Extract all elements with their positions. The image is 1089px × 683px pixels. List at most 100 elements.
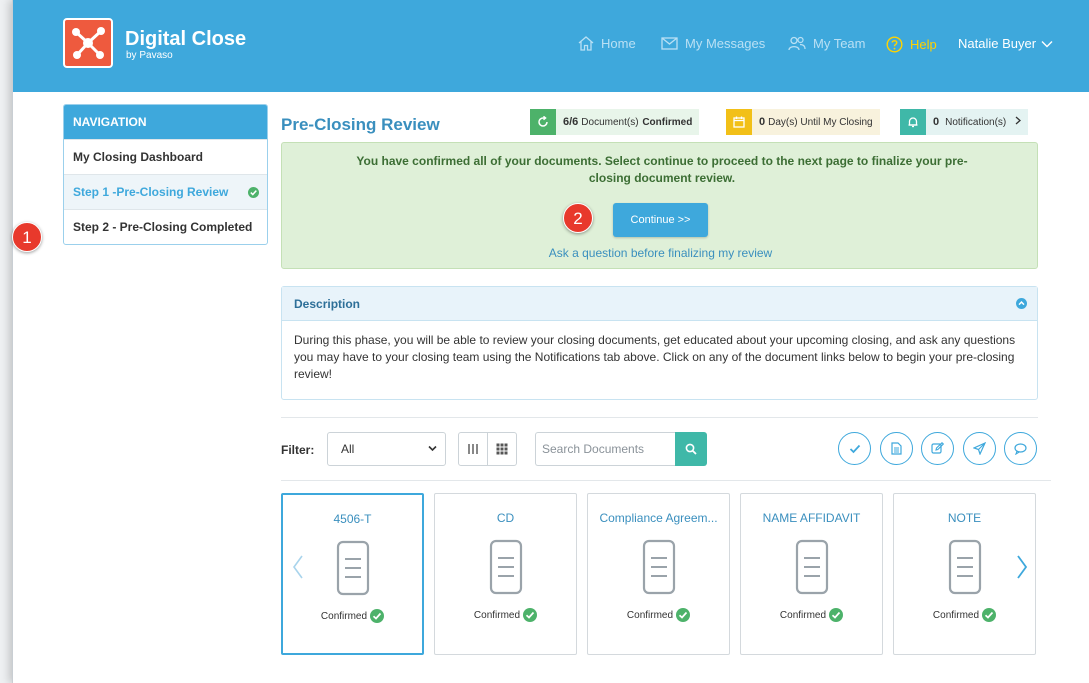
check-circle-icon (982, 608, 997, 622)
filter-label: Filter: (281, 443, 315, 457)
home-icon (578, 36, 594, 51)
documents-confirmed-word: Confirmed (642, 117, 693, 128)
days-text: Day(s) Until My Closing (768, 117, 873, 128)
continue-button[interactable]: Continue >> (613, 203, 708, 237)
document-status: Confirmed (588, 608, 729, 622)
nav-messages[interactable]: My Messages (661, 36, 765, 51)
document-name[interactable]: 4506-T (283, 512, 422, 526)
help-icon (886, 36, 903, 53)
document-icon (891, 442, 902, 455)
notifications-text: Notification(s) (945, 117, 1007, 128)
description-body: During this phase, you will be able to r… (294, 333, 1016, 381)
document-name[interactable]: NAME AFFIDAVIT (741, 511, 882, 525)
speech-bubble-icon (1014, 442, 1027, 455)
document-card-note[interactable]: NOTE Confirmed (893, 493, 1036, 655)
chevron-down-icon (1041, 40, 1053, 47)
sidebar-item-step2[interactable]: Step 2 - Pre-Closing Completed (64, 209, 267, 244)
document-icon (642, 539, 675, 595)
collapse-icon[interactable] (1016, 298, 1027, 309)
app-window: Digital Close by Pavaso Home My Messages… (12, 0, 1089, 683)
document-card-name-affidavit[interactable]: NAME AFFIDAVIT Confirmed (740, 493, 883, 655)
chevron-down-icon (428, 445, 437, 452)
ask-question-link[interactable]: Ask a question before finalizing my revi… (282, 246, 1039, 260)
document-icon (336, 540, 369, 596)
columns-icon (468, 444, 478, 454)
nav-team[interactable]: My Team (788, 36, 866, 51)
chevron-right-icon (1015, 116, 1022, 125)
sidebar-item-label: Step 1 -Pre-Closing Review (73, 185, 229, 199)
sidebar-heading: NAVIGATION (64, 105, 267, 139)
app-title: Digital Close (125, 28, 247, 50)
document-button[interactable] (880, 432, 913, 465)
sidebar-item-dashboard[interactable]: My Closing Dashboard (64, 139, 267, 174)
notifications-status[interactable]: 0 Notification(s) (900, 109, 1029, 135)
callout-badge-2: 2 (563, 203, 593, 233)
document-name[interactable]: NOTE (894, 511, 1035, 525)
confirmation-alert: You have confirmed all of your documents… (281, 142, 1038, 269)
paper-plane-icon (973, 442, 986, 455)
edit-button[interactable] (921, 432, 954, 465)
nav-help[interactable]: Help (886, 36, 937, 53)
edit-icon (931, 442, 944, 454)
team-icon (788, 36, 806, 51)
search-button[interactable] (675, 432, 707, 466)
app-logo-icon[interactable] (63, 18, 113, 68)
comment-button[interactable] (1004, 432, 1037, 465)
refresh-icon (530, 109, 556, 135)
document-status-label: Confirmed (626, 609, 674, 621)
nav-team-label: My Team (813, 36, 866, 51)
nav-messages-label: My Messages (685, 36, 766, 51)
check-circle-icon (676, 608, 691, 622)
calendar-icon (726, 109, 752, 135)
send-button[interactable] (963, 432, 996, 465)
list-view-button[interactable] (458, 432, 488, 466)
document-status: Confirmed (283, 609, 422, 623)
sidebar-navigation: NAVIGATION My Closing Dashboard Step 1 -… (63, 104, 268, 245)
filter-value: All (341, 442, 355, 456)
document-icon (489, 539, 522, 595)
app-subtitle: by Pavaso (126, 50, 173, 61)
confirmation-message: You have confirmed all of your documents… (356, 154, 968, 185)
nav-home[interactable]: Home (578, 36, 636, 51)
document-status-label: Confirmed (779, 609, 827, 621)
nav-help-label: Help (910, 37, 937, 52)
check-icon (849, 444, 860, 453)
toolbar-divider (281, 480, 1051, 481)
bell-icon (900, 109, 926, 135)
document-status: Confirmed (435, 608, 576, 622)
document-status-label: Confirmed (320, 610, 368, 622)
nav-home-label: Home (601, 36, 636, 51)
document-icon (795, 539, 828, 595)
check-circle-icon (248, 187, 259, 198)
description-panel: Description During this phase, you will … (281, 286, 1038, 400)
chevron-left-icon[interactable] (292, 555, 304, 579)
check-circle-icon (370, 609, 385, 623)
document-icon (948, 539, 981, 595)
grid-icon (496, 443, 508, 455)
description-heading: Description (294, 297, 361, 311)
user-name: Natalie Buyer (958, 36, 1037, 51)
top-header: Digital Close by Pavaso Home My Messages… (13, 0, 1089, 92)
check-circle-icon (523, 608, 538, 622)
documents-text: Document(s) (581, 117, 639, 128)
grid-view-button[interactable] (487, 432, 517, 466)
envelope-icon (661, 37, 678, 50)
chevron-right-icon[interactable] (1016, 555, 1028, 579)
document-card-compliance[interactable]: Compliance Agreem... Confirmed (587, 493, 730, 655)
filter-select[interactable]: All (327, 432, 446, 466)
documents-count: 6/6 (563, 116, 579, 128)
notifications-count: 0 (933, 116, 940, 128)
document-card-cd[interactable]: CD Confirmed (434, 493, 577, 655)
document-name[interactable]: CD (435, 511, 576, 525)
search-documents-input[interactable]: Search Documents (535, 432, 676, 466)
callout-badge-1: 1 (12, 222, 42, 252)
sidebar-item-step1[interactable]: Step 1 -Pre-Closing Review (64, 174, 267, 209)
documents-confirmed-status: 6/6 Document(s) Confirmed (530, 109, 700, 135)
confirm-all-button[interactable] (838, 432, 871, 465)
description-header[interactable]: Description (282, 287, 1037, 321)
section-divider (281, 417, 1038, 418)
days-count: 0 (759, 116, 766, 128)
user-menu[interactable]: Natalie Buyer (958, 36, 1053, 51)
search-icon (685, 443, 697, 455)
document-name[interactable]: Compliance Agreem... (588, 511, 729, 525)
